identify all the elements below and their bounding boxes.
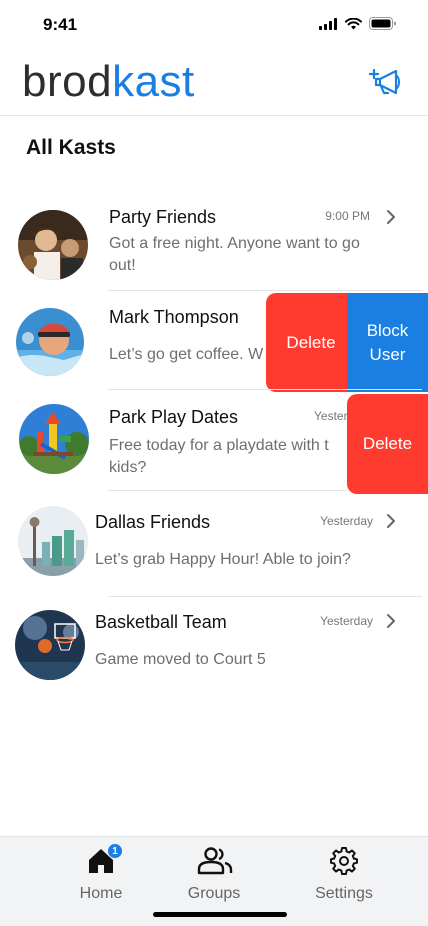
tab-label: Groups (187, 885, 241, 902)
status-bar: 9:41 (0, 0, 428, 48)
block-user-label-line1: Block (366, 320, 409, 340)
kast-time: Yester (314, 409, 348, 423)
block-user-label-line2: User (369, 344, 406, 364)
signal-icon (319, 17, 337, 30)
chevron-right-icon (387, 514, 395, 528)
page-title: All Kasts (26, 136, 116, 159)
tab-label: Settings (315, 885, 373, 902)
kast-time: Yesterday (320, 614, 373, 628)
kast-message: Let’s grab Happy Hour! Able to join? (95, 551, 351, 568)
avatar (15, 610, 85, 680)
avatar (18, 506, 88, 576)
kast-time: Yesterday (320, 514, 373, 528)
delete-button[interactable]: Delete (347, 394, 428, 494)
logo-text-part2: kast (112, 57, 195, 106)
tab-label: Home (79, 885, 123, 902)
home-indicator (153, 912, 287, 917)
brodkast-logo: brodkast (22, 60, 195, 104)
kast-message: Let’s go get coffee. W (109, 346, 264, 363)
app-header: brodkast (0, 48, 428, 116)
battery-icon (369, 17, 396, 30)
kast-name: Mark Thompson (109, 307, 239, 327)
avatar (18, 210, 88, 280)
kast-name: Party Friends (109, 207, 217, 227)
avatar (19, 404, 89, 474)
kast-message: Free today for a playdate with t kids? (109, 437, 329, 476)
chevron-right-icon (387, 614, 395, 628)
chevron-right-icon (387, 210, 395, 224)
kast-row-party-friends[interactable]: Party Friends 9:00 PM Got a free night. … (0, 190, 428, 290)
status-icons (319, 17, 396, 30)
kast-row-dallas-friends[interactable]: Dallas Friends Yesterday Let’s grab Happ… (0, 496, 428, 596)
tab-settings[interactable]: Settings (289, 847, 399, 907)
kast-name: Dallas Friends (95, 512, 211, 532)
kast-name: Park Play Dates (109, 407, 239, 427)
block-user-button[interactable]: Block User (347, 293, 428, 392)
groups-icon (197, 847, 233, 875)
status-time: 9:41 (43, 15, 78, 34)
tab-groups[interactable]: Groups (159, 847, 269, 907)
new-kast-megaphone-icon[interactable] (366, 66, 406, 98)
delete-button[interactable]: Delete (266, 293, 356, 392)
kast-message: Game moved to Court 5 (95, 651, 266, 668)
notification-badge: 1 (107, 843, 123, 859)
gear-icon (330, 847, 358, 875)
kast-message: Got a free night. Anyone want to go out! (109, 235, 360, 274)
wifi-icon (345, 17, 362, 29)
logo-text-part1: brod (22, 57, 113, 106)
kast-name: Basketball Team (95, 612, 227, 632)
kast-row-park-play-dates[interactable]: Park Play Dates Yester Free today for a … (0, 390, 428, 494)
avatar (16, 308, 84, 376)
kast-row-mark-thompson[interactable]: Mark Thompson Let’s go get coffee. W Del… (0, 290, 428, 392)
divider (108, 490, 347, 491)
tab-home[interactable]: 1 Home (46, 843, 156, 907)
kast-time: 9:00 PM (325, 209, 370, 223)
kast-row-basketball-team[interactable]: Basketball Team Yesterday Game moved to … (0, 596, 428, 696)
